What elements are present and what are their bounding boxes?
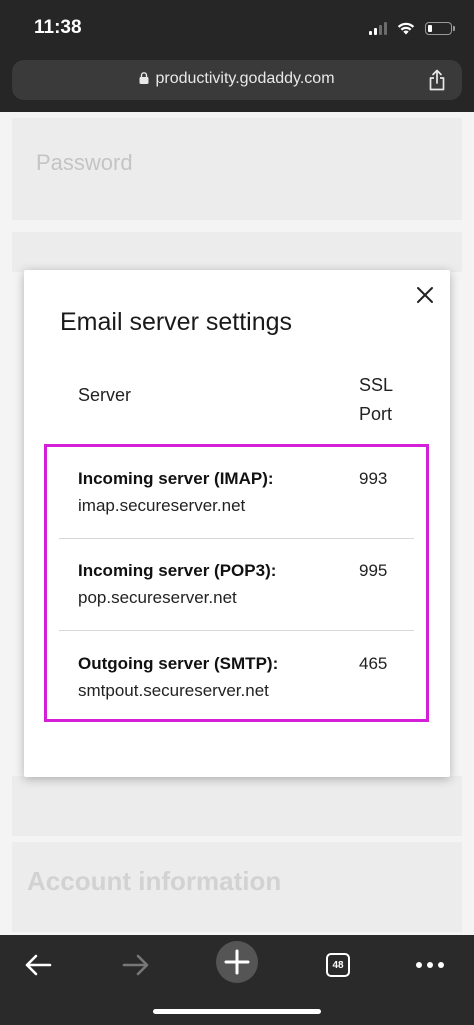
- arrow-left-icon: [25, 954, 52, 976]
- more-icon: [416, 962, 444, 968]
- server-port: 995: [359, 561, 388, 580]
- address-bar[interactable]: productivity.godaddy.com: [12, 60, 462, 100]
- page-section-strip: [12, 776, 462, 836]
- password-field[interactable]: Password: [12, 118, 462, 220]
- server-name: Outgoing server (SMTP):: [78, 654, 279, 673]
- server-name: Incoming server (IMAP):: [78, 469, 274, 488]
- status-icons: [369, 18, 455, 38]
- more-button[interactable]: [406, 945, 454, 985]
- row-divider: [59, 630, 414, 631]
- cellular-signal-icon: [369, 21, 387, 35]
- home-indicator: [153, 1009, 321, 1014]
- lock-icon: [139, 72, 149, 84]
- plus-icon: [224, 949, 250, 975]
- server-host: smtpout.secureserver.net: [78, 681, 269, 700]
- row-divider: [59, 538, 414, 539]
- server-port: 993: [359, 469, 388, 488]
- browser-top-chrome: 11:38 productivity.godaddy.com: [0, 0, 474, 112]
- tab-count: 48: [326, 953, 350, 977]
- new-tab-button[interactable]: [215, 941, 259, 983]
- battery-icon: [425, 21, 455, 35]
- server-host: pop.secureserver.net: [78, 588, 237, 607]
- tabs-button[interactable]: 48: [316, 945, 360, 985]
- dialog-title: Email server settings: [60, 308, 293, 336]
- arrow-right-icon: [122, 954, 149, 976]
- column-header-port: Port: [359, 404, 393, 424]
- status-time: 11:38: [34, 17, 82, 38]
- password-placeholder: Password: [36, 150, 133, 175]
- back-button[interactable]: [16, 945, 60, 985]
- share-icon[interactable]: [428, 69, 446, 91]
- account-section-title: Account information: [27, 866, 282, 896]
- server-name: Incoming server (POP3):: [78, 561, 277, 580]
- server-host: imap.secureserver.net: [78, 496, 246, 515]
- email-server-settings-dialog: Email server settings Server SSL Port In…: [24, 270, 450, 777]
- server-list-highlight: Incoming server (IMAP): imap.secureserve…: [44, 444, 429, 722]
- page-section-strip: [12, 232, 462, 272]
- wifi-icon: [397, 22, 415, 35]
- column-header-ssl-port: SSL Port: [359, 371, 393, 429]
- url-text: productivity.godaddy.com: [155, 70, 335, 87]
- close-icon[interactable]: [414, 284, 436, 306]
- forward-button[interactable]: [114, 945, 158, 985]
- column-header-ssl: SSL: [359, 375, 394, 395]
- column-header-server: Server: [78, 385, 132, 405]
- server-port: 465: [359, 654, 388, 673]
